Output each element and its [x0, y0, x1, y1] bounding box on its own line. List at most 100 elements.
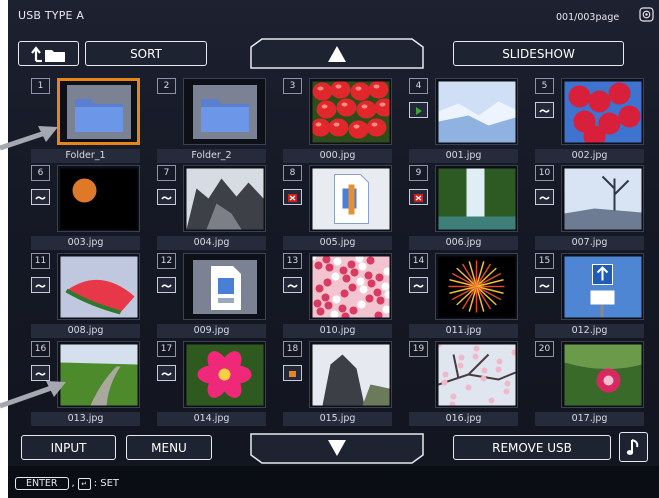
scroll-up-button[interactable] — [250, 38, 424, 69]
file-name: 003.jpg — [31, 236, 140, 250]
item-number: 12 — [157, 253, 176, 269]
thumbnail-image[interactable] — [57, 253, 140, 320]
tilde-icon — [535, 277, 554, 293]
item-number: 13 — [283, 253, 302, 269]
thumbnail-item[interactable]: 20 017.jpg — [532, 341, 644, 427]
thumbnail-image[interactable] — [309, 78, 392, 145]
thumbnail-item[interactable]: 2 Folder_2 — [154, 78, 266, 164]
thumbnail-item[interactable]: 18 015.jpg — [280, 341, 392, 427]
scroll-down-button[interactable] — [250, 433, 424, 464]
menu-button[interactable]: MENU — [126, 435, 212, 460]
thumbnail-item[interactable]: 14 011.jpg — [406, 253, 518, 339]
slideshow-button[interactable]: SLIDESHOW — [453, 41, 624, 66]
thumbnail-item[interactable]: 8 005.jpg — [280, 165, 392, 251]
thumbnail-image[interactable] — [57, 165, 140, 232]
item-number: 5 — [535, 78, 554, 94]
tilde-icon — [31, 277, 50, 293]
remove-usb-button[interactable]: REMOVE USB — [453, 435, 611, 460]
item-number: 1 — [31, 78, 50, 94]
tilde-icon — [157, 277, 176, 293]
item-number: 16 — [31, 341, 50, 357]
thumbnail-item[interactable]: 5 002.jpg — [532, 78, 644, 164]
item-number: 2 — [157, 78, 176, 94]
item-number: 10 — [535, 165, 554, 181]
thumbnail-image[interactable] — [561, 165, 644, 232]
tilde-icon — [535, 189, 554, 205]
file-name: 008.jpg — [31, 324, 140, 338]
error-icon — [409, 189, 428, 205]
thumbnail-image[interactable] — [561, 253, 644, 320]
thumbnail-image[interactable] — [309, 253, 392, 320]
file-name: 013.jpg — [31, 412, 140, 426]
thumbnail-item[interactable]: 10 007.jpg — [532, 165, 644, 251]
file-name: 012.jpg — [535, 324, 644, 338]
file-name: 010.jpg — [283, 324, 392, 338]
enter-key-icon: ↵ — [77, 477, 91, 490]
file-name: 001.jpg — [409, 149, 518, 163]
file-name: 004.jpg — [157, 236, 266, 250]
file-name: 016.jpg — [409, 412, 518, 426]
item-number: 19 — [409, 341, 428, 357]
item-number: 18 — [283, 341, 302, 357]
thumbnail-image[interactable] — [435, 253, 518, 320]
parent-folder-button[interactable] — [18, 41, 79, 66]
source-title: USB TYPE A — [18, 9, 85, 22]
thumbnail-item[interactable]: 9 006.jpg — [406, 165, 518, 251]
item-number: 7 — [157, 165, 176, 181]
file-name: 005.jpg — [283, 236, 392, 250]
thumbnail-item[interactable]: 7 004.jpg — [154, 165, 266, 251]
play-icon — [409, 102, 428, 118]
file-name: 002.jpg — [535, 149, 644, 163]
item-number: 9 — [409, 165, 428, 181]
thumbnail-image[interactable] — [309, 341, 392, 408]
thumbnail-item[interactable]: 4 001.jpg — [406, 78, 518, 164]
thumbnail-image[interactable] — [309, 165, 392, 232]
set-label: : SET — [93, 478, 120, 489]
sort-button[interactable]: SORT — [85, 41, 207, 66]
folder-up-icon — [30, 45, 65, 62]
item-number: 4 — [409, 78, 428, 94]
error-icon — [283, 189, 302, 205]
thumbnail-item[interactable]: 15 012.jpg — [532, 253, 644, 339]
file-name: 007.jpg — [535, 236, 644, 250]
thumbnail-image[interactable] — [183, 253, 266, 320]
file-name: 000.jpg — [283, 149, 392, 163]
file-name: 017.jpg — [535, 412, 644, 426]
thumbnail-item[interactable]: 6 003.jpg — [28, 165, 140, 251]
page-indicator-icon — [639, 7, 654, 22]
thumbnail-item[interactable]: 3 000.jpg — [280, 78, 392, 164]
tilde-icon — [31, 189, 50, 205]
tilde-icon — [409, 277, 428, 293]
thumbnail-item[interactable]: 13 010.jpg — [280, 253, 392, 339]
thumbnail-image[interactable] — [561, 78, 644, 145]
thumbnail-screen: USB TYPE A 001/003page SORT SLIDESHOW 1 … — [8, 0, 659, 498]
thumbnail-image[interactable] — [183, 341, 266, 408]
page-indicator: 001/003page — [556, 12, 620, 23]
thumbnail-item[interactable]: 12 009.jpg — [154, 253, 266, 339]
file-name: 015.jpg — [283, 412, 392, 426]
item-number: 20 — [535, 341, 554, 357]
item-number: 6 — [31, 165, 50, 181]
thumbnail-item[interactable]: 17 014.jpg — [154, 341, 266, 427]
thumbnail-image[interactable] — [561, 341, 644, 408]
pointer-arrow-icon — [0, 126, 58, 151]
folder-icon[interactable] — [183, 78, 266, 145]
thumbnail-item[interactable]: 11 008.jpg — [28, 253, 140, 339]
thumbnail-image[interactable] — [435, 165, 518, 232]
file-name: 009.jpg — [157, 324, 266, 338]
item-number: 17 — [157, 341, 176, 357]
folder-icon[interactable] — [57, 78, 140, 145]
tilde-icon — [157, 365, 176, 381]
thumbnail-image[interactable] — [183, 165, 266, 232]
file-name: Folder_2 — [157, 149, 266, 163]
thumbnail-image[interactable] — [435, 78, 518, 145]
thumbnail-item[interactable]: 19 016.jpg — [406, 341, 518, 427]
input-button[interactable]: INPUT — [21, 435, 116, 460]
stop-icon — [283, 365, 302, 381]
item-number: 3 — [283, 78, 302, 94]
tilde-icon — [157, 189, 176, 205]
music-button[interactable] — [619, 432, 648, 462]
file-name: 006.jpg — [409, 236, 518, 250]
thumbnail-image[interactable] — [435, 341, 518, 408]
tilde-icon — [283, 277, 302, 293]
